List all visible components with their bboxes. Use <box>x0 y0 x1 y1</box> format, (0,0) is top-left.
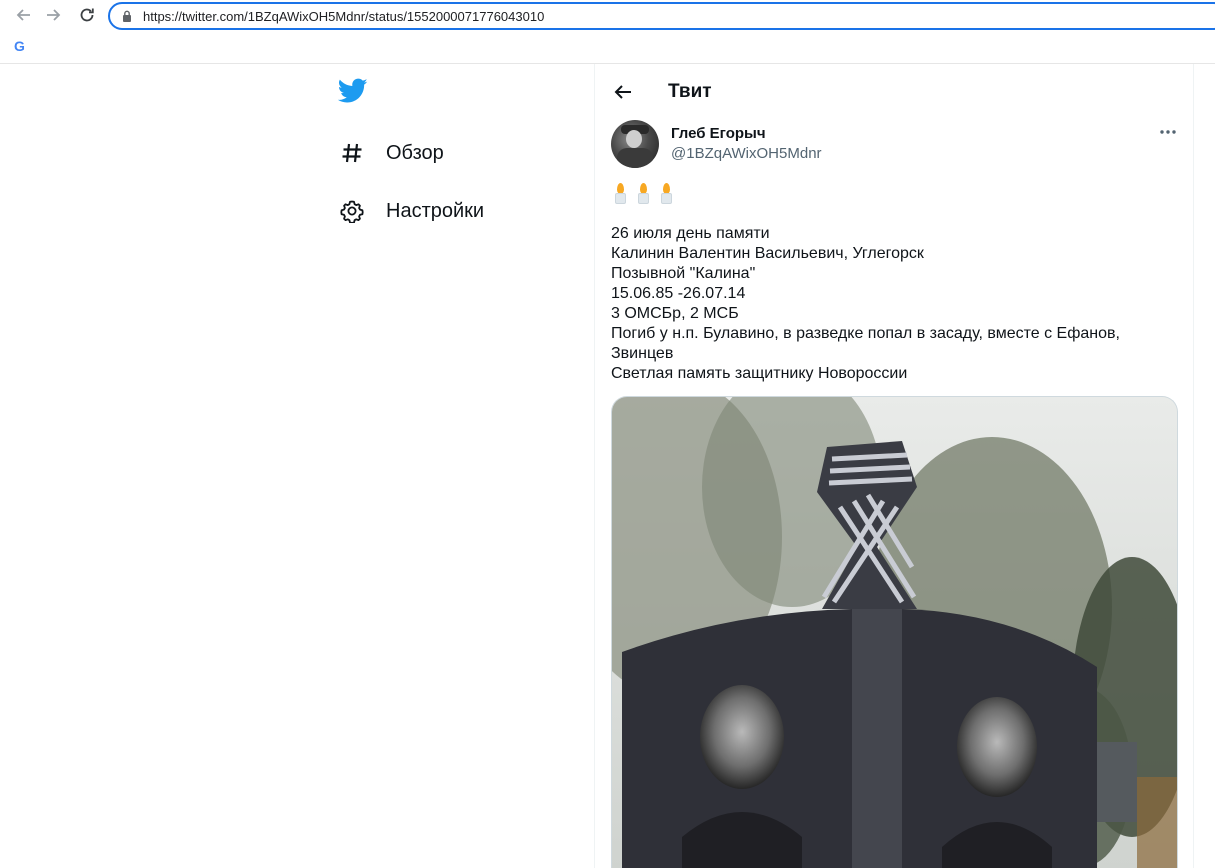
memorial-photo <box>612 397 1177 868</box>
sidebar-item-label: Обзор <box>386 141 444 164</box>
tweet-line: 26 июля день памяти <box>611 225 770 242</box>
lock-icon <box>120 9 134 23</box>
candle-icon <box>634 182 652 204</box>
reload-icon <box>80 8 94 22</box>
browser-chrome: https://twitter.com/1BZqAWixOH5Mdnr/stat… <box>0 0 1215 64</box>
candle-icon <box>657 182 675 204</box>
browser-back-button[interactable] <box>12 4 34 26</box>
author-name[interactable]: Глеб Егорыч <box>671 125 766 142</box>
page-title: Твит <box>668 81 712 102</box>
arrow-left-icon <box>614 85 631 99</box>
page-header: Твит <box>595 64 1194 120</box>
candle-emoji-row <box>611 182 675 204</box>
sidebar-item-explore[interactable]: Обзор <box>340 138 444 168</box>
sidebar-item-label: Настройки <box>386 199 485 222</box>
tweet-line: Калинин Валентин Васильевич, Углегорск <box>611 245 924 262</box>
gear-icon <box>340 199 364 223</box>
browser-reload-button[interactable] <box>76 4 98 26</box>
tweet-line: Звинцев <box>611 345 674 362</box>
address-bar[interactable]: https://twitter.com/1BZqAWixOH5Mdnr/stat… <box>108 2 1215 30</box>
google-bookmark-icon[interactable]: G <box>14 38 25 54</box>
avatar[interactable] <box>611 120 659 168</box>
tweet-line: Светлая память защитнику Новороссии <box>611 365 908 382</box>
tweet-line: Погиб у н.п. Булавино, в разведке попал … <box>611 325 1120 342</box>
tweet-media-photo[interactable] <box>611 396 1178 868</box>
twitter-logo-icon[interactable] <box>337 78 368 106</box>
tweet-line: Позывной "Калина" <box>611 265 756 282</box>
hashtag-icon <box>340 141 364 165</box>
tweet-line: 3 ОМСБр, 2 МСБ <box>611 305 739 322</box>
address-bar-url: https://twitter.com/1BZqAWixOH5Mdnr/stat… <box>143 8 545 24</box>
author-handle[interactable]: @1BZqAWixOH5Mdnr <box>671 145 822 162</box>
more-dots-icon <box>1160 130 1176 134</box>
tweet-text: 26 июля день памяти Калинин Валентин Вас… <box>611 224 1171 384</box>
tweet-line: 15.06.85 -26.07.14 <box>611 285 746 302</box>
browser-forward-button[interactable] <box>43 4 65 26</box>
sidebar: Обзор Настройки <box>330 64 590 868</box>
arrow-right-icon <box>47 9 61 21</box>
back-button[interactable] <box>611 80 635 104</box>
sidebar-item-settings[interactable]: Настройки <box>340 196 484 226</box>
more-options-button[interactable] <box>1158 122 1178 142</box>
arrow-left-icon <box>16 9 30 21</box>
tweet-author: Глеб Егорыч @1BZqAWixOH5Mdnr <box>611 120 1178 176</box>
main-column: Твит Глеб Егорыч @1BZqAWixOH5Mdnr 26 июл… <box>594 64 1194 868</box>
candle-icon <box>611 182 629 204</box>
